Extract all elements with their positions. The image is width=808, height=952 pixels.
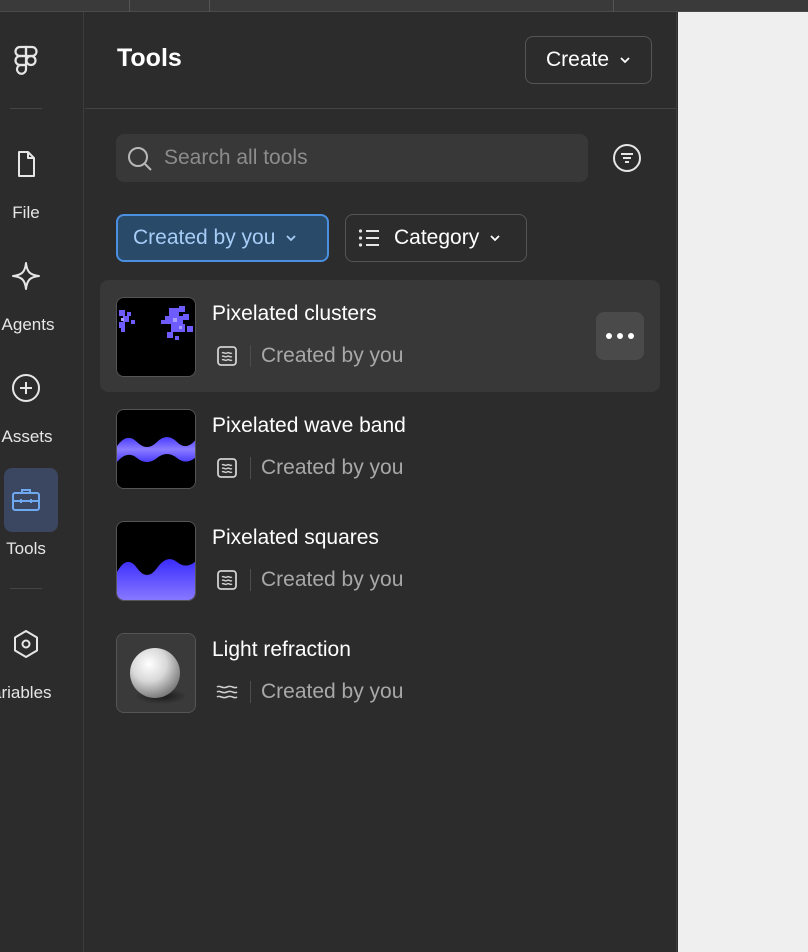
tool-meta: Created by you bbox=[216, 678, 403, 706]
tool-name: Pixelated squares bbox=[212, 526, 379, 549]
rail-label-agents: Agents bbox=[1, 315, 55, 334]
tool-author: Created by you bbox=[261, 680, 404, 703]
sparkle-icon bbox=[12, 262, 40, 290]
rail-item-file[interactable]: File bbox=[0, 148, 84, 238]
chevron-down-icon bbox=[286, 235, 297, 242]
tool-meta: Created by you bbox=[216, 342, 403, 370]
plus-circle-icon bbox=[12, 374, 40, 402]
wave-icon bbox=[216, 685, 238, 699]
list-icon bbox=[358, 229, 379, 247]
top-tab-strip bbox=[0, 0, 808, 12]
tool-thumbnail bbox=[116, 521, 196, 601]
search-bar bbox=[116, 134, 588, 182]
create-button[interactable]: Create bbox=[525, 36, 652, 84]
tool-row-light-refraction[interactable]: Light refraction Created by you bbox=[100, 616, 660, 728]
tool-author: Created by you bbox=[261, 344, 404, 367]
created-filter-label: Created by you bbox=[133, 226, 276, 249]
tool-name: Pixelated clusters bbox=[212, 302, 377, 325]
rail-item-assets[interactable]: Assets bbox=[0, 372, 84, 462]
shader-icon bbox=[217, 458, 237, 478]
shader-icon bbox=[217, 346, 237, 366]
file-icon bbox=[18, 151, 35, 177]
filter-icon[interactable] bbox=[611, 142, 643, 174]
category-filter-label: Category bbox=[394, 226, 480, 249]
rail-item-tools[interactable]: Tools bbox=[0, 468, 84, 574]
tool-row-pixelated-squares[interactable]: Pixelated squares Created by you bbox=[100, 504, 660, 616]
tool-meta: Created by you bbox=[216, 454, 403, 482]
rail-label-file: File bbox=[12, 203, 40, 222]
shader-icon bbox=[217, 570, 237, 590]
figma-logo-icon[interactable] bbox=[12, 44, 40, 80]
tool-row-pixelated-wave-band[interactable]: Pixelated wave band Created by you bbox=[100, 392, 660, 504]
created-by-you-filter[interactable]: Created by you bbox=[116, 214, 329, 262]
tool-name: Light refraction bbox=[212, 638, 351, 661]
hexagon-icon bbox=[14, 630, 38, 658]
tool-name: Pixelated wave band bbox=[212, 414, 406, 437]
tool-author: Created by you bbox=[261, 456, 404, 479]
tool-row-pixelated-clusters[interactable]: Pixelated clusters Created by you bbox=[100, 280, 660, 392]
chevron-down-icon bbox=[620, 57, 630, 64]
left-rail: File Agents Assets Tools ariables bbox=[0, 12, 84, 952]
more-options-button[interactable] bbox=[596, 312, 644, 360]
rail-label-tools: Tools bbox=[6, 539, 46, 558]
tool-thumbnail bbox=[116, 409, 196, 489]
create-button-label: Create bbox=[545, 48, 610, 71]
tool-thumbnail bbox=[116, 633, 196, 713]
search-icon bbox=[128, 147, 152, 171]
tool-author: Created by you bbox=[261, 568, 404, 591]
search-input[interactable] bbox=[164, 134, 574, 182]
canvas-area[interactable] bbox=[678, 12, 808, 952]
rail-item-variables[interactable]: ariables bbox=[0, 628, 84, 718]
tool-meta: Created by you bbox=[216, 566, 403, 594]
rail-label-assets: Assets bbox=[1, 427, 53, 446]
rail-divider bbox=[10, 588, 42, 589]
category-filter[interactable]: Category bbox=[345, 214, 527, 262]
tool-thumbnail bbox=[116, 297, 196, 377]
rail-label-variables: ariables bbox=[0, 683, 52, 702]
rail-item-agents[interactable]: Agents bbox=[0, 260, 84, 350]
panel-header: Tools Create bbox=[85, 12, 677, 109]
chevron-down-icon bbox=[490, 235, 500, 242]
page-title: Tools bbox=[117, 44, 182, 72]
tools-panel: Tools Create Created by you bbox=[85, 12, 677, 952]
rail-divider bbox=[10, 108, 42, 109]
toolbox-icon bbox=[12, 489, 40, 511]
